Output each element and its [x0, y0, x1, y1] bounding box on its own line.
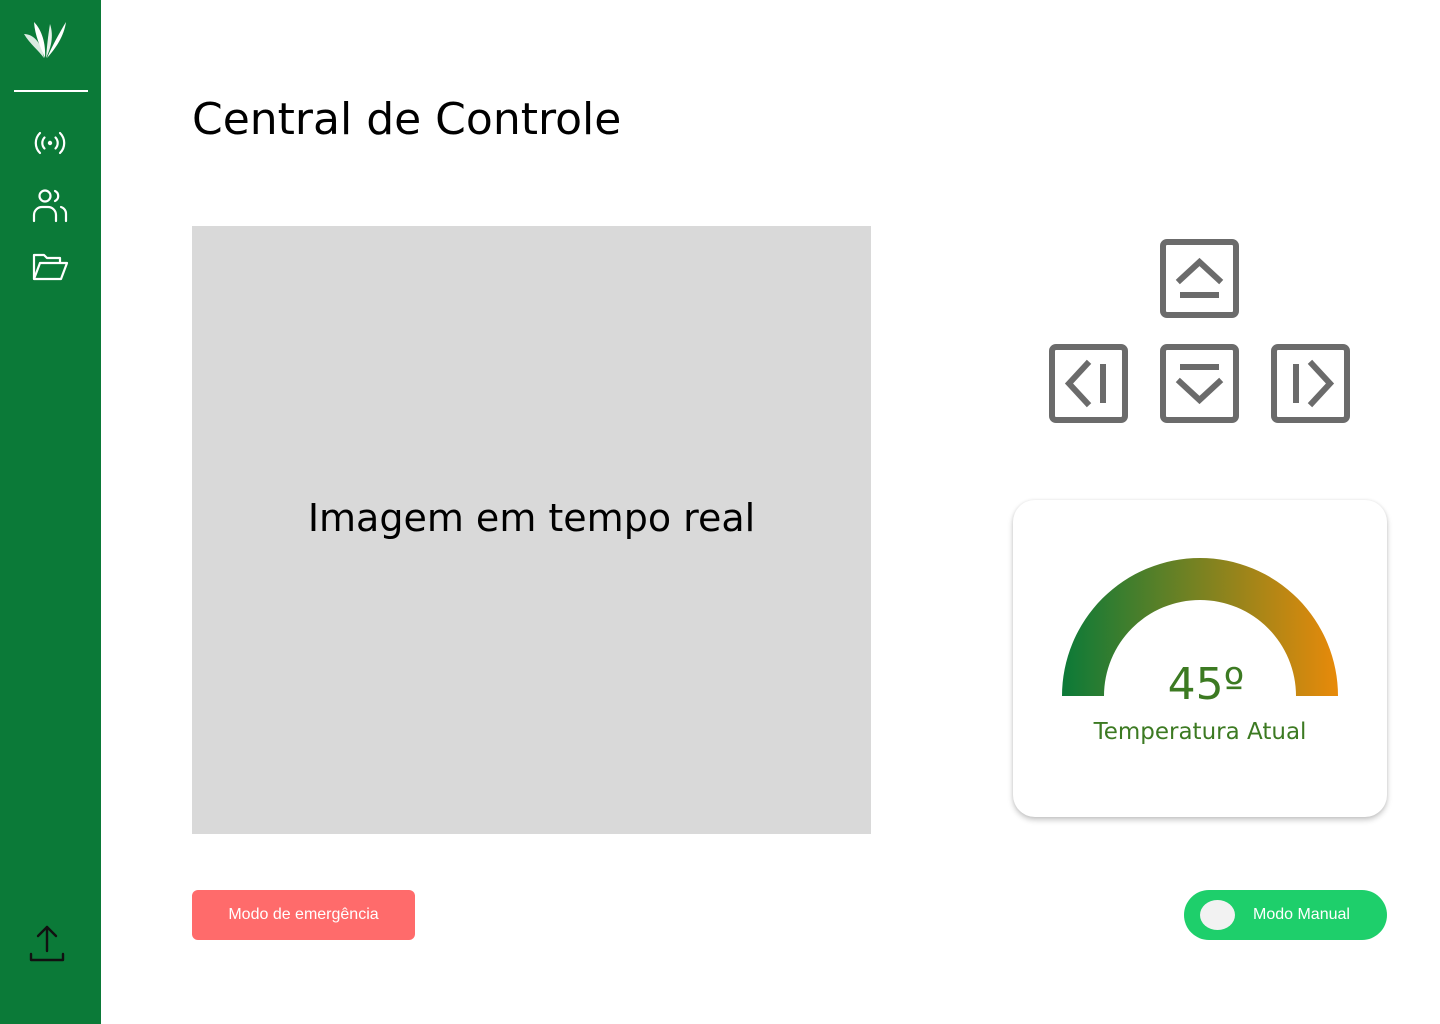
temperature-value: 45º	[1167, 659, 1245, 710]
sidebar	[0, 0, 101, 1024]
folder-open-icon	[29, 246, 71, 288]
signal-broadcast-icon	[30, 123, 70, 163]
temperature-label: Temperatura Atual	[1093, 719, 1307, 745]
sidebar-item-signal[interactable]	[28, 121, 72, 165]
move-down-button[interactable]	[1160, 344, 1239, 423]
arrow-right-box-icon	[1271, 344, 1350, 423]
manual-mode-toggle[interactable]: Modo Manual	[1184, 890, 1387, 940]
sidebar-item-users[interactable]	[28, 183, 72, 227]
manual-mode-label: Modo Manual	[1253, 906, 1350, 923]
leaf-logo[interactable]	[20, 16, 70, 60]
users-icon	[29, 184, 71, 226]
page-title: Central de Controle	[192, 94, 622, 145]
arrow-up-box-icon	[1160, 239, 1239, 318]
arrow-down-box-icon	[1160, 344, 1239, 423]
move-right-button[interactable]	[1271, 344, 1350, 423]
arrow-left-box-icon	[1049, 344, 1128, 423]
emergency-mode-button[interactable]: Modo de emergência	[192, 890, 415, 940]
move-up-button[interactable]	[1160, 239, 1239, 318]
sidebar-item-upload[interactable]	[25, 921, 69, 965]
temperature-card: 45º Temperatura Atual	[1013, 500, 1387, 817]
move-left-button[interactable]	[1049, 344, 1128, 423]
toggle-knob[interactable]	[1200, 900, 1235, 930]
live-image-placeholder: Imagem em tempo real	[192, 226, 871, 834]
sidebar-divider	[14, 90, 88, 92]
upload-icon	[26, 921, 68, 965]
sidebar-item-folder[interactable]	[28, 245, 72, 289]
live-image-label: Imagem em tempo real	[307, 496, 756, 540]
